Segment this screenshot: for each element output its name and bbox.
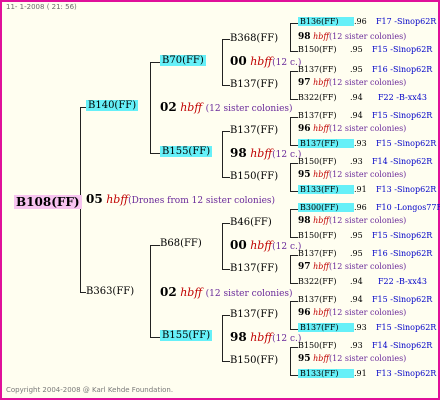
l3-node[interactable]: B137(FF) bbox=[230, 309, 278, 320]
l4-row[interactable]: B300(FF) .96 F10 -Longos77R bbox=[298, 203, 440, 212]
l4-row[interactable]: B137(FF) .93 F15 -Sinop62R bbox=[298, 139, 436, 148]
l4-row[interactable]: B150(FF) .93 F14 -Sinop62R bbox=[298, 157, 432, 166]
l4-row[interactable]: B137(FF) .94 F15 -Sinop62R bbox=[298, 295, 432, 304]
l4-row[interactable]: B150(FF) .95 F15 -Sinop62R bbox=[298, 231, 432, 240]
l2-node[interactable]: B155(FF) bbox=[160, 146, 213, 157]
copyright-footer: Copyright 2004-2008 @ Karl Kehde Foundat… bbox=[6, 386, 174, 394]
l3-generation: 98 hbff(12 sister colonies) bbox=[298, 216, 407, 226]
l2-node[interactable]: B70(FF) bbox=[160, 55, 206, 66]
l1-generation: 02 hbff (12 sister colonies) bbox=[160, 285, 293, 299]
l1-generation: 02 hbff (12 sister colonies) bbox=[160, 100, 293, 114]
header-timestamp: 11- 1-2008 ( 21: 56) bbox=[6, 3, 77, 11]
l3-generation: 97 hbff(12 sister colonies) bbox=[298, 78, 407, 88]
l4-row[interactable]: B150(FF) .95 F15 -Sinop62R bbox=[298, 45, 432, 54]
l2-generation: 98 hbff(12 c.) bbox=[230, 330, 302, 344]
l4-row[interactable]: B137(FF) .94 F15 -Sinop62R bbox=[298, 111, 432, 120]
l3-node[interactable]: B46(FF) bbox=[230, 217, 272, 228]
l1-node[interactable]: B363(FF) bbox=[86, 286, 134, 297]
l3-generation: 98 hbff(12 sister colonies) bbox=[298, 32, 407, 42]
l4-row[interactable]: B322(FF) .94 F22 -B-xx43 bbox=[298, 277, 427, 286]
l4-row[interactable]: B322(FF) .94 F22 -B-xx43 bbox=[298, 93, 427, 102]
l4-row[interactable]: B136(FF) .96 F17 -Sinop62R bbox=[298, 17, 436, 26]
l3-node[interactable]: B150(FF) bbox=[230, 171, 278, 182]
l4-row[interactable]: B137(FF) .93 F15 -Sinop62R bbox=[298, 323, 436, 332]
l3-generation: 95 hbff(12 sister colonies) bbox=[298, 354, 407, 364]
l4-row[interactable]: B133(FF) .91 F13 -Sinop62R bbox=[298, 185, 436, 194]
l3-generation: 95 hbff(12 sister colonies) bbox=[298, 170, 407, 180]
l2-generation: 00 hbff(12 c.) bbox=[230, 54, 302, 68]
l2-generation: 98 hbff(12 c.) bbox=[230, 146, 302, 160]
l4-row[interactable]: B150(FF) .93 F14 -Sinop62R bbox=[298, 341, 432, 350]
root-generation: 05 hbff(Drones from 12 sister colonies) bbox=[86, 192, 276, 206]
l3-node[interactable]: B368(FF) bbox=[230, 33, 278, 44]
l2-generation: 00 hbff(12 c.) bbox=[230, 238, 302, 252]
l4-row[interactable]: B137(FF) .95 F16 -Sinop62R bbox=[298, 65, 432, 74]
root-node[interactable]: B108(FF) bbox=[14, 191, 82, 210]
l3-node[interactable]: B137(FF) bbox=[230, 125, 278, 136]
l3-node[interactable]: B150(FF) bbox=[230, 355, 278, 366]
l4-row[interactable]: B137(FF) .95 F16 -Sinop62R bbox=[298, 249, 432, 258]
l2-node[interactable]: B155(FF) bbox=[160, 330, 213, 341]
l2-node[interactable]: B68(FF) bbox=[160, 238, 202, 249]
l3-node[interactable]: B137(FF) bbox=[230, 263, 278, 274]
l3-generation: 96 hbff(12 sister colonies) bbox=[298, 124, 407, 134]
l3-node[interactable]: B137(FF) bbox=[230, 79, 278, 90]
l4-row[interactable]: B133(FF) .91 F13 -Sinop62R bbox=[298, 369, 436, 378]
l3-generation: 97 hbff(12 sister colonies) bbox=[298, 262, 407, 272]
l3-generation: 96 hbff(12 sister colonies) bbox=[298, 308, 407, 318]
l1-node[interactable]: B140(FF) bbox=[86, 100, 139, 111]
